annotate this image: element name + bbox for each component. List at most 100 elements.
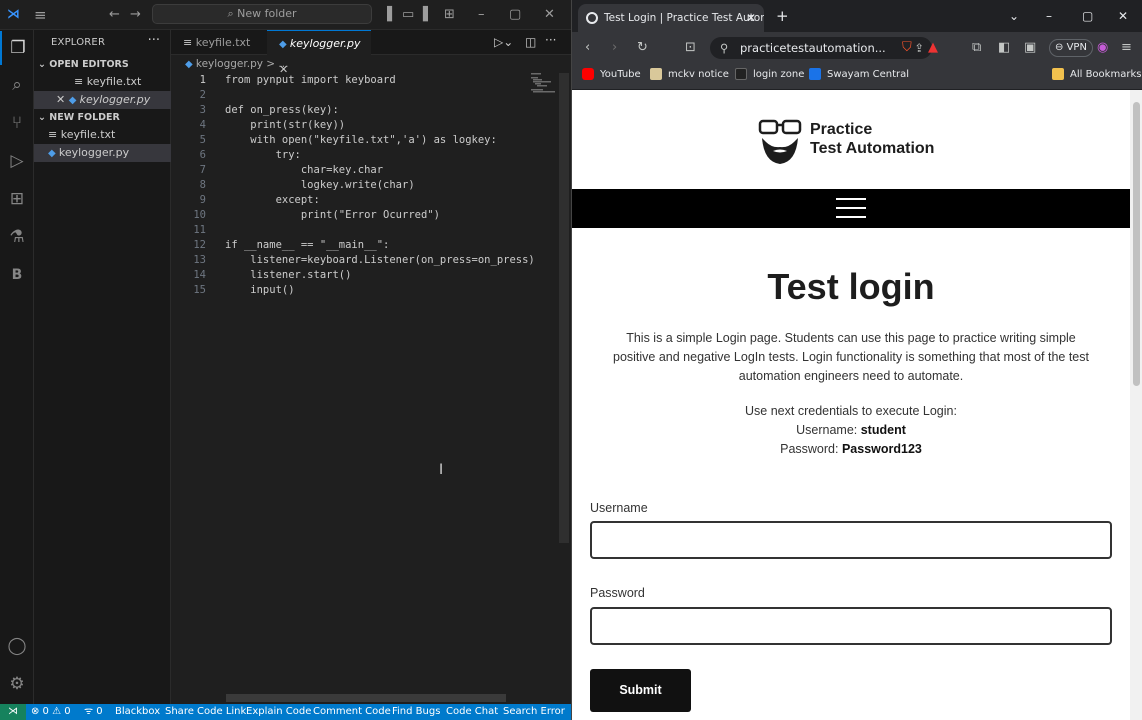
back-arrow-icon[interactable]: ← xyxy=(109,0,120,30)
account-icon[interactable]: ◯ xyxy=(0,629,34,663)
settings-gear-icon[interactable]: ⚙ xyxy=(0,667,34,701)
bookmark-mckv-notice[interactable]: mckv notice xyxy=(650,64,729,86)
open-editors-header[interactable]: ⌄ OPEN EDITORS xyxy=(38,59,129,70)
folder-header[interactable]: ⌄ NEW FOLDER xyxy=(38,112,120,123)
tab-keylogger[interactable]: ◆ keylogger.py ✕ xyxy=(267,30,371,76)
file-label: keylogger.py xyxy=(58,146,130,159)
username-input[interactable] xyxy=(590,521,1112,559)
breadcrumb[interactable]: ◆ keylogger.py > ... xyxy=(185,58,288,70)
browser-tab[interactable]: Test Login | Practice Test Autom ✕ xyxy=(578,4,764,32)
open-editor-item-keylogger[interactable]: ✕ ◆ keylogger.py xyxy=(34,91,171,109)
forward-arrow-icon[interactable]: → xyxy=(130,0,141,30)
close-icon[interactable]: ✕ xyxy=(544,0,555,30)
bookmark-login-zone[interactable]: login zone xyxy=(735,64,804,86)
bookmark-swayam-central[interactable]: Swayam Central xyxy=(809,64,909,86)
extensions-icon[interactable]: ⧉ xyxy=(972,32,981,64)
status-search-error[interactable]: Search Error xyxy=(503,704,565,720)
remote-indicator-icon[interactable]: ⋊ xyxy=(0,704,26,720)
reload-icon[interactable]: ↻ xyxy=(637,32,648,64)
line-number: 10 xyxy=(193,209,206,221)
close-editor-icon[interactable]: ✕ xyxy=(56,93,69,106)
vpn-label: VPN xyxy=(1066,42,1087,53)
line-number: 11 xyxy=(193,224,206,236)
line-number: 2 xyxy=(199,89,206,101)
minimap[interactable] xyxy=(531,73,555,93)
open-editors-title: OPEN EDITORS xyxy=(49,59,129,70)
file-item-keyfile[interactable]: ≡ keyfile.txt xyxy=(34,126,171,144)
site-info-icon[interactable]: ⚲ xyxy=(720,37,728,59)
toggle-panel-icon[interactable]: ▭ xyxy=(402,0,414,30)
editor-more-actions-icon[interactable]: ··· xyxy=(545,33,556,47)
browser-menu-icon[interactable]: ≡ xyxy=(1121,32,1132,64)
explorer-icon[interactable]: ❐ xyxy=(0,31,34,65)
wallet-icon[interactable]: ▣ xyxy=(1024,32,1036,64)
status-share-code-link[interactable]: Share Code Link xyxy=(165,704,246,720)
toggle-sidebar-icon[interactable]: ▐ xyxy=(382,0,392,30)
password-input[interactable] xyxy=(590,607,1112,645)
status-find-bugs[interactable]: Find Bugs xyxy=(392,704,440,720)
toggle-secondary-sidebar-icon[interactable]: ▌ xyxy=(423,0,433,30)
tab-keyfile[interactable]: ≡ keyfile.txt xyxy=(171,30,267,55)
close-tab-icon[interactable]: ✕ xyxy=(746,4,756,32)
more-actions-icon[interactable]: ··· xyxy=(148,33,160,48)
username-label: Username xyxy=(590,501,648,515)
menu-icon[interactable]: ≡ xyxy=(34,0,47,30)
status-comment-code[interactable]: Comment Code xyxy=(313,704,391,720)
bookmark-label: Swayam Central xyxy=(827,69,910,80)
minimize-icon[interactable]: – xyxy=(478,0,485,30)
status-code-chat[interactable]: Code Chat xyxy=(446,704,498,720)
submit-button[interactable]: Submit xyxy=(590,669,691,712)
hamburger-menu-icon[interactable] xyxy=(836,198,866,219)
code-text: logkey.write(char) xyxy=(225,179,415,191)
logo-text: Practice Test Automation xyxy=(810,120,934,158)
extensions-icon[interactable]: ⊞ xyxy=(0,182,34,216)
address-bar[interactable]: ⚲ practicetestautomation... ⇪ xyxy=(710,37,932,59)
problems-indicator[interactable]: ⊗ 0 ⚠ 0 xyxy=(31,704,71,720)
search-icon[interactable]: ⌕ xyxy=(0,68,34,102)
browser-toolbar: ‹ › ↻ ⊡ ⚲ practicetestautomation... ⇪ ⛉ … xyxy=(572,32,1142,64)
browser-close-icon[interactable]: ✕ xyxy=(1118,0,1128,32)
bookmark-page-icon[interactable]: ⊡ xyxy=(685,32,696,64)
open-editor-label: keylogger.py xyxy=(79,93,151,106)
bookmark-youtube[interactable]: YouTube xyxy=(582,64,641,86)
password-label: Password xyxy=(590,586,645,600)
share-icon[interactable]: ⇪ xyxy=(914,37,924,59)
browser-back-icon[interactable]: ‹ xyxy=(585,32,590,64)
editor-vertical-scrollbar[interactable] xyxy=(559,73,569,543)
customize-layout-icon[interactable]: ⊞ xyxy=(444,0,455,30)
blackbox-icon[interactable]: B xyxy=(0,258,34,292)
page-scrollbar-thumb[interactable] xyxy=(1133,102,1140,386)
status-explain-code[interactable]: Explain Code xyxy=(246,704,311,720)
leo-ai-icon[interactable]: ◉ xyxy=(1097,32,1108,64)
site-logo[interactable]: Practice Test Automation xyxy=(758,118,948,168)
split-editor-icon[interactable]: ◫ xyxy=(525,35,536,49)
tab-search-icon[interactable]: ⌄ xyxy=(1009,0,1019,32)
browser-window: Test Login | Practice Test Autom ✕ + ⌄ –… xyxy=(571,0,1142,720)
command-center[interactable]: ⌕ New folder xyxy=(152,4,372,24)
brave-shields-icon[interactable]: ⛉ xyxy=(902,32,912,64)
vscode-titlebar: ⋊ ≡ ← → ⌕ New folder ▐ ▭ ▌ ⊞ – ▢ ✕ xyxy=(0,0,571,30)
command-center-label: New folder xyxy=(237,7,297,20)
sidebar-toggle-icon[interactable]: ◧ xyxy=(998,32,1010,64)
text-file-icon: ≡ xyxy=(74,75,87,88)
vpn-button[interactable]: ⊖ VPN xyxy=(1049,39,1093,57)
all-bookmarks[interactable]: All Bookmarks xyxy=(1052,64,1141,86)
browser-forward-icon[interactable]: › xyxy=(612,32,617,64)
open-editor-item-keyfile[interactable]: ≡ keyfile.txt xyxy=(34,73,171,91)
page-scrollbar[interactable] xyxy=(1130,90,1142,720)
brave-rewards-icon[interactable]: ▲ xyxy=(928,32,938,64)
file-item-keylogger[interactable]: ◆ keylogger.py xyxy=(34,144,171,162)
source-control-icon[interactable]: ⑂ xyxy=(0,106,34,140)
run-python-icon[interactable]: ▷⌄ xyxy=(494,35,513,49)
run-debug-icon[interactable]: ▷ xyxy=(0,144,34,178)
new-tab-icon[interactable]: + xyxy=(776,0,789,32)
editor-horizontal-scrollbar[interactable] xyxy=(226,694,506,702)
python-file-icon: ◆ xyxy=(185,59,196,70)
status-blackbox[interactable]: Blackbox xyxy=(115,704,160,720)
code-text: print("Error Ocurred") xyxy=(225,209,440,221)
browser-maximize-icon[interactable]: ▢ xyxy=(1082,0,1093,32)
ports-indicator[interactable]: ᯤ 0 xyxy=(84,704,103,720)
browser-minimize-icon[interactable]: – xyxy=(1046,0,1052,32)
maximize-icon[interactable]: ▢ xyxy=(509,0,521,30)
testing-icon[interactable]: ⚗ xyxy=(0,220,34,254)
